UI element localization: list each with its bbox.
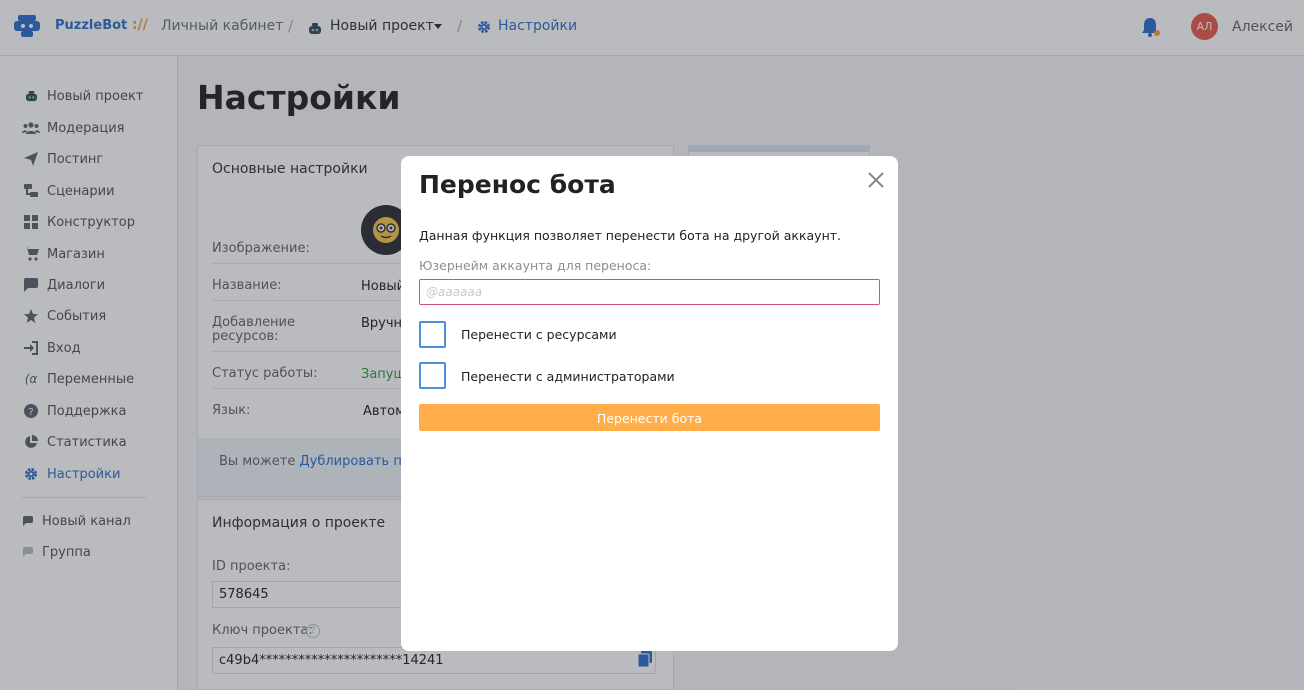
transfer-bot-button[interactable]: Перенести бота (419, 404, 880, 431)
transfer-admins-label[interactable]: Перенести с администраторами (461, 369, 675, 384)
username-input[interactable] (419, 279, 880, 305)
transfer-admins-checkbox[interactable] (419, 362, 446, 389)
username-label: Юзернейм аккаунта для переноса: (419, 258, 652, 273)
transfer-bot-modal: Перенос бота Данная функция позволяет пе… (401, 156, 898, 651)
transfer-resources-checkbox[interactable] (419, 321, 446, 348)
modal-title: Перенос бота (419, 170, 616, 199)
close-icon[interactable] (865, 169, 887, 191)
modal-description: Данная функция позволяет перенести бота … (419, 228, 842, 243)
transfer-resources-label[interactable]: Перенести с ресурсами (461, 327, 617, 342)
